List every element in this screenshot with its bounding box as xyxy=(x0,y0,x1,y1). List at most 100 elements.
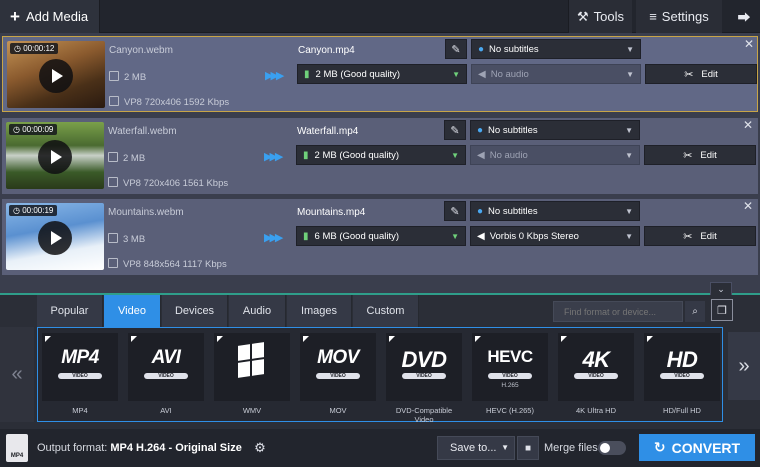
chevron-down-icon: ▼ xyxy=(501,443,509,452)
detect-device-icon[interactable]: ❐ xyxy=(711,299,733,321)
video-thumbnail[interactable]: ◷ 00:00:19 xyxy=(6,203,104,270)
quality-dropdown[interactable]: ▮ 2 MB (Good quality) ▼ xyxy=(296,145,466,165)
subtitles-dropdown[interactable]: ● No subtitles ▼ xyxy=(470,120,640,140)
output-format-label: Output format: MP4 H.264 - Original Size xyxy=(37,442,242,454)
format-4k[interactable]: 4K VIDEO xyxy=(558,333,634,401)
collapse-chevron-icon[interactable]: ⌄ xyxy=(710,282,732,296)
format-dvd[interactable]: DVD VIDEO xyxy=(386,333,462,401)
audio-dropdown[interactable]: ◀ No audio ▼ xyxy=(471,64,641,84)
format-search-input[interactable] xyxy=(553,301,683,322)
format-hd[interactable]: HD VIDEO xyxy=(644,333,720,401)
source-codec: VP8 848x564 1117 Kbps xyxy=(108,258,227,270)
format-logo-text: MP4 xyxy=(61,347,99,368)
scissors-icon: ✂ xyxy=(683,230,693,243)
file-icon xyxy=(108,152,118,162)
format-mov[interactable]: MOV VIDEO xyxy=(300,333,376,401)
formats-prev-icon[interactable]: « xyxy=(0,327,34,422)
quality-dropdown[interactable]: ▮ 2 MB (Good quality) ▼ xyxy=(297,64,467,84)
format-logo-pill: VIDEO xyxy=(574,373,618,379)
format-logo-pill: VIDEO xyxy=(660,373,704,379)
play-icon[interactable] xyxy=(38,140,72,174)
tab-audio[interactable]: Audio xyxy=(229,295,286,327)
share-button[interactable]: ⮕ xyxy=(728,0,760,33)
rename-pencil-icon[interactable]: ✎ xyxy=(445,39,467,59)
share-icon: ⮕ xyxy=(737,10,751,25)
add-media-button[interactable]: + Add Media xyxy=(0,0,100,33)
close-icon[interactable]: ✕ xyxy=(743,118,753,132)
file-row[interactable]: ◷ 00:00:19 Mountains.webm 3 MB VP8 848x5… xyxy=(2,199,758,275)
close-icon[interactable]: ✕ xyxy=(743,199,753,213)
formats-next-icon[interactable]: » xyxy=(728,332,760,400)
document-icon: ▮ xyxy=(303,230,309,242)
gear-icon[interactable]: ⚙ xyxy=(251,439,269,457)
play-icon[interactable] xyxy=(38,221,72,255)
settings-button[interactable]: ≡ Settings xyxy=(636,0,722,33)
tab-images[interactable]: Images xyxy=(287,295,352,327)
chevron-down-icon: ▼ xyxy=(625,232,633,241)
format-logo-text: AVI xyxy=(151,347,181,368)
save-to-button[interactable]: Save to... ▼ xyxy=(437,436,515,460)
merge-files-toggle[interactable] xyxy=(598,441,626,455)
close-icon[interactable]: ✕ xyxy=(744,37,754,51)
scissors-icon: ✂ xyxy=(684,68,694,81)
format-avi[interactable]: AVI VIDEO xyxy=(128,333,204,401)
rename-pencil-icon[interactable]: ✎ xyxy=(444,201,466,221)
output-filename: Mountains.mp4 xyxy=(297,207,366,218)
source-filename: Waterfall.webm xyxy=(108,126,177,137)
audio-dropdown[interactable]: ◀ Vorbis 0 Kbps Stereo ▼ xyxy=(470,226,640,246)
format-label: MOV xyxy=(329,406,347,415)
speech-bubble-icon: ● xyxy=(477,124,484,136)
format-logo-pill: VIDEO xyxy=(402,373,446,379)
output-format-icon: MP4 xyxy=(6,434,28,462)
tools-button[interactable]: ⚒ Tools xyxy=(568,0,632,33)
edit-button[interactable]: ✂ Edit xyxy=(644,226,756,246)
document-icon: ▮ xyxy=(303,149,309,161)
video-thumbnail[interactable]: ◷ 00:00:09 xyxy=(6,122,104,189)
duration-badge: ◷ 00:00:19 xyxy=(9,205,58,216)
output-filename: Waterfall.mp4 xyxy=(297,126,359,137)
rename-pencil-icon[interactable]: ✎ xyxy=(444,120,466,140)
tools-label: Tools xyxy=(593,9,624,24)
format-gallery: MP4 VIDEO MP4 AVI VIDEO AVI WMV MOV VIDE… xyxy=(37,327,723,424)
format-wmv[interactable] xyxy=(214,333,290,401)
audio-dropdown[interactable]: ◀ No audio ▼ xyxy=(470,145,640,165)
source-size: 2 MB xyxy=(109,71,146,83)
convert-button[interactable]: ↻ CONVERT xyxy=(639,434,755,461)
edit-button[interactable]: ✂ Edit xyxy=(645,64,757,84)
tab-custom[interactable]: Custom xyxy=(353,295,419,327)
format-hevc[interactable]: HEVC VIDEO H.265 xyxy=(472,333,548,401)
tab-devices[interactable]: Devices xyxy=(162,295,228,327)
format-logo-pill: VIDEO xyxy=(488,373,532,379)
folder-icon[interactable]: ■ xyxy=(517,436,539,460)
subtitles-dropdown[interactable]: ● No subtitles ▼ xyxy=(470,201,640,221)
tab-video[interactable]: Video xyxy=(104,295,161,327)
chevron-down-icon: ▼ xyxy=(452,70,460,79)
play-icon[interactable] xyxy=(39,59,73,93)
subtitles-dropdown[interactable]: ● No subtitles ▼ xyxy=(471,39,641,59)
speech-bubble-icon: ● xyxy=(478,43,485,55)
format-logo-pill: VIDEO xyxy=(58,373,102,379)
file-row[interactable]: ◷ 00:00:09 Waterfall.webm 2 MB VP8 720x4… xyxy=(2,118,758,194)
convert-arrow-icon: ▶▶▶ xyxy=(265,70,284,82)
file-icon xyxy=(108,233,118,243)
video-thumbnail[interactable]: ◷ 00:00:12 xyxy=(7,41,105,108)
edit-button[interactable]: ✂ Edit xyxy=(644,145,756,165)
format-logo-text: 4K xyxy=(582,347,610,372)
duration-badge: ◷ 00:00:09 xyxy=(9,124,58,135)
speaker-icon: ◀ xyxy=(477,230,485,242)
format-mp4[interactable]: MP4 VIDEO xyxy=(42,333,118,401)
source-filename: Mountains.webm xyxy=(108,207,184,218)
tab-popular[interactable]: Popular xyxy=(37,295,103,327)
format-label: AVI xyxy=(160,406,172,415)
chevron-down-icon: ▼ xyxy=(451,151,459,160)
source-filename: Canyon.webm xyxy=(109,45,173,56)
settings-label: Settings xyxy=(661,9,709,24)
corner-marker xyxy=(303,336,309,342)
file-row[interactable]: ◷ 00:00:12 Canyon.webm 2 MB VP8 720x406 … xyxy=(2,36,758,112)
format-label: HD/Full HD xyxy=(663,406,701,415)
speaker-icon: ◀ xyxy=(477,149,485,161)
duration-badge: ◷ 00:00:12 xyxy=(10,43,59,54)
quality-dropdown[interactable]: ▮ 6 MB (Good quality) ▼ xyxy=(296,226,466,246)
search-icon[interactable]: ⌕ xyxy=(685,301,705,322)
corner-marker xyxy=(389,336,395,342)
